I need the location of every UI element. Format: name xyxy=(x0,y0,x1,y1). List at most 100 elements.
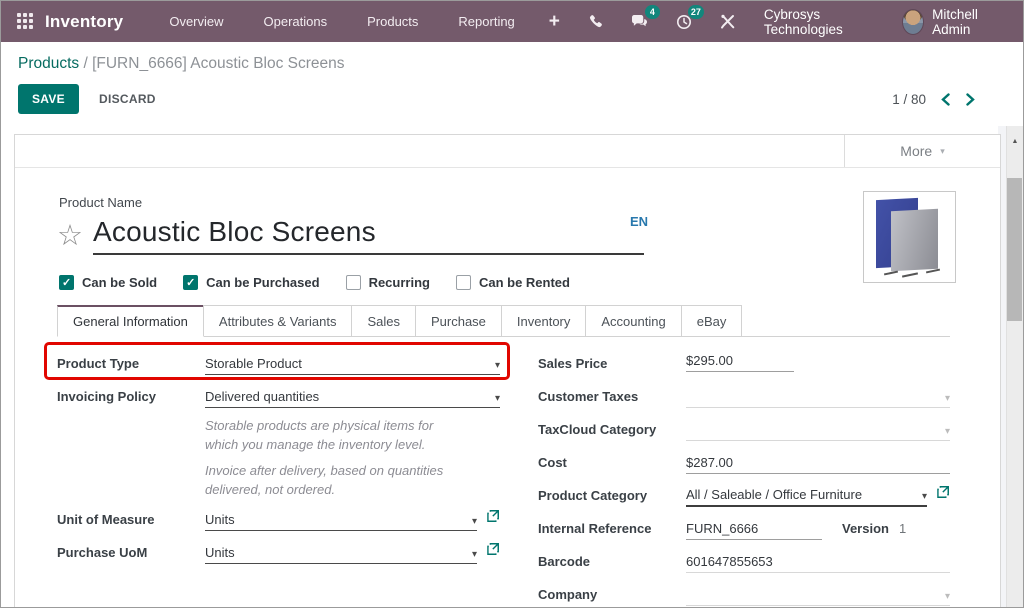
phone-icon xyxy=(588,14,603,29)
checkbox-can-be-rented[interactable]: Can be Rented xyxy=(456,275,570,290)
tools-icon xyxy=(720,14,736,30)
menu-item-operations[interactable]: Operations xyxy=(244,1,348,42)
checkbox-icon xyxy=(59,275,74,290)
checkbox-icon xyxy=(346,275,361,290)
menu-item-reporting[interactable]: Reporting xyxy=(438,1,534,42)
invoicing-policy-note: Invoice after delivery, based on quantit… xyxy=(205,462,455,500)
version-label: Version xyxy=(842,521,889,540)
product-image-gray-panel xyxy=(891,209,938,271)
checkbox-recurring[interactable]: Recurring xyxy=(346,275,430,290)
customer-taxes-label: Customer Taxes xyxy=(538,389,686,408)
menu-item-products[interactable]: Products xyxy=(347,1,438,42)
product-image-foot xyxy=(884,271,898,276)
notebook-tabs: General Information Attributes & Variant… xyxy=(57,305,950,337)
company-switcher[interactable]: Cybrosys Technologies xyxy=(750,7,902,37)
top-navbar: Inventory Overview Operations Products R… xyxy=(1,1,1023,42)
voip-button[interactable] xyxy=(574,1,617,42)
scrollbar-thumb[interactable] xyxy=(1007,178,1022,321)
pager-count: 1 / 80 xyxy=(892,92,926,107)
company-label: Company xyxy=(538,587,686,606)
product-type-select[interactable]: Storable Product ▾ xyxy=(205,353,500,375)
language-badge[interactable]: EN xyxy=(630,214,648,229)
product-options: Can be Sold Can be Purchased Recurring C… xyxy=(59,275,950,290)
version-value: 1 xyxy=(899,521,906,540)
quick-create-button[interactable]: + xyxy=(535,1,574,42)
chevron-down-icon: ▾ xyxy=(940,146,945,157)
activities-button[interactable]: 27 xyxy=(662,1,706,42)
chevron-down-icon: ▾ xyxy=(489,393,500,404)
plus-icon: + xyxy=(549,12,560,31)
chevron-down-icon: ▾ xyxy=(916,491,927,502)
tab-ebay[interactable]: eBay xyxy=(681,305,743,336)
user-name[interactable]: Mitchell Admin xyxy=(924,7,1011,37)
app-name[interactable]: Inventory xyxy=(45,12,123,32)
checkbox-icon xyxy=(183,275,198,290)
breadcrumb-current: [FURN_6666] Acoustic Bloc Screens xyxy=(92,55,344,72)
company-select[interactable]: ▾ xyxy=(686,584,950,606)
tab-inventory[interactable]: Inventory xyxy=(501,305,586,336)
barcode-label: Barcode xyxy=(538,554,686,573)
chat-icon xyxy=(631,14,648,29)
cost-input[interactable]: $287.00 xyxy=(686,452,950,474)
purchase-uom-select[interactable]: Units ▾ xyxy=(205,542,477,564)
internal-reference-input[interactable]: FURN_6666 xyxy=(686,521,822,540)
tab-general-information[interactable]: General Information xyxy=(57,305,204,337)
unit-of-measure-select[interactable]: Units ▾ xyxy=(205,509,477,531)
tab-purchase[interactable]: Purchase xyxy=(415,305,502,336)
product-name-label: Product Name xyxy=(59,195,950,210)
storable-product-note: Storable products are physical items for… xyxy=(205,417,455,455)
more-dropdown[interactable]: More ▾ xyxy=(844,135,1000,167)
product-image[interactable] xyxy=(863,191,956,283)
tab-attributes-variants[interactable]: Attributes & Variants xyxy=(203,305,353,336)
chevron-left-icon xyxy=(940,93,951,106)
product-name-value: Acoustic Bloc Screens xyxy=(93,216,376,247)
internal-reference-label: Internal Reference xyxy=(538,521,686,540)
activities-count-badge: 27 xyxy=(688,5,704,19)
checkbox-can-be-sold[interactable]: Can be Sold xyxy=(59,275,157,290)
scrollbar-up-arrow[interactable]: ▲ xyxy=(1007,126,1023,142)
vertical-scrollbar[interactable]: ▲ xyxy=(1006,126,1023,607)
breadcrumb-separator: / xyxy=(79,55,92,72)
tab-sales[interactable]: Sales xyxy=(351,305,416,336)
chevron-down-icon: ▾ xyxy=(939,393,950,404)
save-button[interactable]: SAVE xyxy=(18,84,79,114)
content-area: ▲ More ▾ Product Name ☆ Acoustic Bl xyxy=(1,126,1023,607)
chevron-down-icon: ▾ xyxy=(939,426,950,437)
favorite-star-icon[interactable]: ☆ xyxy=(57,222,83,255)
purchase-uom-label: Purchase UoM xyxy=(57,545,205,564)
sales-price-input-row: $295.00 xyxy=(686,353,950,375)
discard-button[interactable]: DISCARD xyxy=(99,92,156,106)
tab-accounting[interactable]: Accounting xyxy=(585,305,681,336)
messages-count-badge: 4 xyxy=(645,5,660,19)
menu-item-overview[interactable]: Overview xyxy=(149,1,243,42)
chevron-down-icon: ▾ xyxy=(466,549,477,560)
sales-price-input[interactable]: $295.00 xyxy=(686,353,794,372)
user-avatar[interactable] xyxy=(902,9,924,35)
debug-tools-button[interactable] xyxy=(706,1,750,42)
messages-button[interactable]: 4 xyxy=(617,1,662,42)
chevron-down-icon: ▾ xyxy=(466,516,477,527)
customer-taxes-select[interactable]: ▾ xyxy=(686,386,950,408)
taxcloud-category-select[interactable]: ▾ xyxy=(686,419,950,441)
cost-label: Cost xyxy=(538,455,686,474)
more-label: More xyxy=(900,143,932,159)
unit-of-measure-label: Unit of Measure xyxy=(57,512,205,531)
barcode-input[interactable]: 601647855653 xyxy=(686,551,950,573)
product-name-input[interactable]: Acoustic Bloc Screens EN xyxy=(93,216,644,255)
breadcrumb-products-link[interactable]: Products xyxy=(18,55,79,72)
external-link-icon[interactable] xyxy=(936,485,950,507)
highlight-box: Product Type Storable Product ▾ xyxy=(44,342,510,380)
invoicing-policy-label: Invoicing Policy xyxy=(57,389,205,408)
invoicing-policy-select[interactable]: Delivered quantities ▾ xyxy=(205,386,500,408)
button-box-row: More ▾ xyxy=(15,135,1000,168)
external-link-icon[interactable] xyxy=(486,509,500,531)
breadcrumb: Products / [FURN_6666] Acoustic Bloc Scr… xyxy=(1,42,1023,75)
product-category-select[interactable]: All / Saleable / Office Furniture ▾ xyxy=(686,485,927,507)
checkbox-can-be-purchased[interactable]: Can be Purchased xyxy=(183,275,319,290)
external-link-icon[interactable] xyxy=(486,542,500,564)
chevron-down-icon: ▾ xyxy=(939,591,950,602)
apps-grid-icon[interactable] xyxy=(17,13,33,31)
pager-previous-button[interactable] xyxy=(940,93,951,106)
pager-next-button[interactable] xyxy=(965,93,976,106)
taxcloud-category-label: TaxCloud Category xyxy=(538,422,686,441)
